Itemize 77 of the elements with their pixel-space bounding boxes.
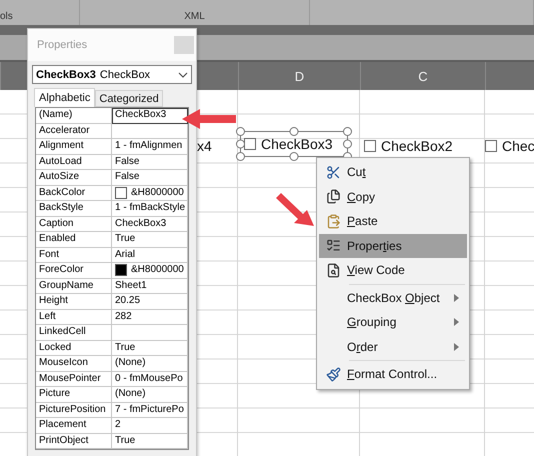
property-name[interactable]: PrintObject (39, 434, 88, 448)
property-name[interactable]: MousePointer (39, 372, 101, 386)
menu-item[interactable]: Cut (319, 160, 467, 184)
property-name[interactable]: Height (39, 294, 68, 308)
property-name[interactable]: Locked (39, 340, 72, 355)
property-value[interactable] (112, 124, 188, 139)
menu-item[interactable]: CheckBox Object (319, 286, 467, 310)
ribbon-group-label: ols (0, 11, 13, 22)
properties-icon (326, 238, 340, 254)
property-name[interactable]: MouseIcon (39, 356, 88, 370)
checkbox-control[interactable]: CheckBox3 (236, 127, 352, 161)
property-value[interactable]: 20.25 (112, 294, 188, 310)
property-value[interactable]: (None) (112, 356, 188, 372)
property-name[interactable]: Enabled (39, 232, 76, 246)
menu-item[interactable]: Copy (319, 184, 467, 209)
tab[interactable]: Alphabetic (34, 88, 96, 107)
property-value[interactable]: 282 (112, 310, 188, 325)
property-value[interactable]: CheckBox3 (112, 108, 188, 124)
property-value[interactable]: 1 - fmAlignmen (112, 139, 188, 154)
property-value[interactable]: &H8000000 (112, 186, 188, 201)
property-value[interactable]: 2 (112, 418, 188, 434)
property-value[interactable]: True (112, 340, 188, 356)
checkbox-control[interactable]: Chec (485, 138, 534, 154)
property-name[interactable]: ForeColor (39, 263, 84, 278)
submenu-arrow-icon (454, 318, 459, 326)
property-name[interactable]: GroupName (39, 278, 94, 293)
object-dropdown[interactable]: CheckBox3 CheckBox (32, 65, 192, 84)
property-value[interactable]: True (112, 434, 188, 449)
column-header[interactable]: C (418, 68, 428, 84)
property-name[interactable]: LinkedCell (39, 325, 86, 340)
property-name[interactable]: Alignment (39, 139, 84, 154)
property-value[interactable]: Arial (112, 248, 188, 263)
property-name[interactable]: Caption (39, 216, 74, 231)
checkbox-control[interactable]: x4 (197, 138, 212, 154)
property-name[interactable]: Picture (39, 387, 70, 402)
window-title: Properties (37, 39, 88, 51)
property-value[interactable]: 1 - fmBackStyle (112, 201, 188, 216)
scissors-icon (326, 164, 340, 180)
chevron-icon (178, 72, 188, 78)
property-value[interactable]: (None) (112, 387, 188, 402)
checkbox[interactable] (244, 138, 256, 150)
property-name[interactable]: (Name) (39, 108, 72, 122)
checkbox[interactable] (485, 140, 497, 152)
property-name[interactable]: AutoSize (39, 170, 80, 184)
property-name[interactable]: Placement (39, 418, 86, 432)
submenu-arrow-icon (454, 294, 459, 302)
menu-item[interactable]: Properties (319, 234, 467, 258)
property-name[interactable]: BackStyle (39, 201, 84, 216)
property-value[interactable]: CheckBox3 (112, 216, 188, 232)
submenu-arrow-icon (454, 342, 459, 351)
property-value[interactable]: False (112, 170, 188, 186)
property-value[interactable]: 7 - fmPicturePo (112, 402, 188, 418)
property-name[interactable]: Accelerator (39, 124, 90, 138)
menu-item[interactable]: Format Control... (319, 362, 467, 386)
menu-item[interactable]: Order (319, 334, 467, 359)
ribbon-group-label: XML (184, 11, 205, 22)
copy-icon (326, 189, 340, 204)
property-value[interactable]: 0 - fmMousePo (112, 372, 188, 387)
menu-item[interactable]: View Code (319, 258, 467, 282)
property-name[interactable]: Left (39, 310, 56, 324)
view-code-icon (326, 262, 340, 278)
checkbox-control[interactable]: CheckBox2 (364, 138, 453, 154)
column-header[interactable]: D (294, 68, 304, 84)
checkbox[interactable] (364, 140, 376, 152)
property-value[interactable]: False (112, 154, 188, 170)
property-name[interactable]: Font (39, 248, 60, 262)
property-name[interactable]: BackColor (39, 186, 86, 200)
property-name[interactable]: PicturePosition (39, 402, 106, 417)
property-value[interactable]: Sheet1 (112, 278, 188, 294)
menu-item[interactable]: Paste (319, 209, 467, 234)
tab[interactable]: Categorized (95, 90, 163, 107)
property-name[interactable]: AutoLoad (39, 154, 82, 169)
property-value[interactable]: True (112, 232, 188, 248)
property-value[interactable]: &H8000000 (112, 263, 188, 278)
paste-icon (326, 214, 340, 229)
paintbrush-icon (326, 366, 340, 382)
menu-item[interactable]: Grouping (319, 310, 467, 334)
